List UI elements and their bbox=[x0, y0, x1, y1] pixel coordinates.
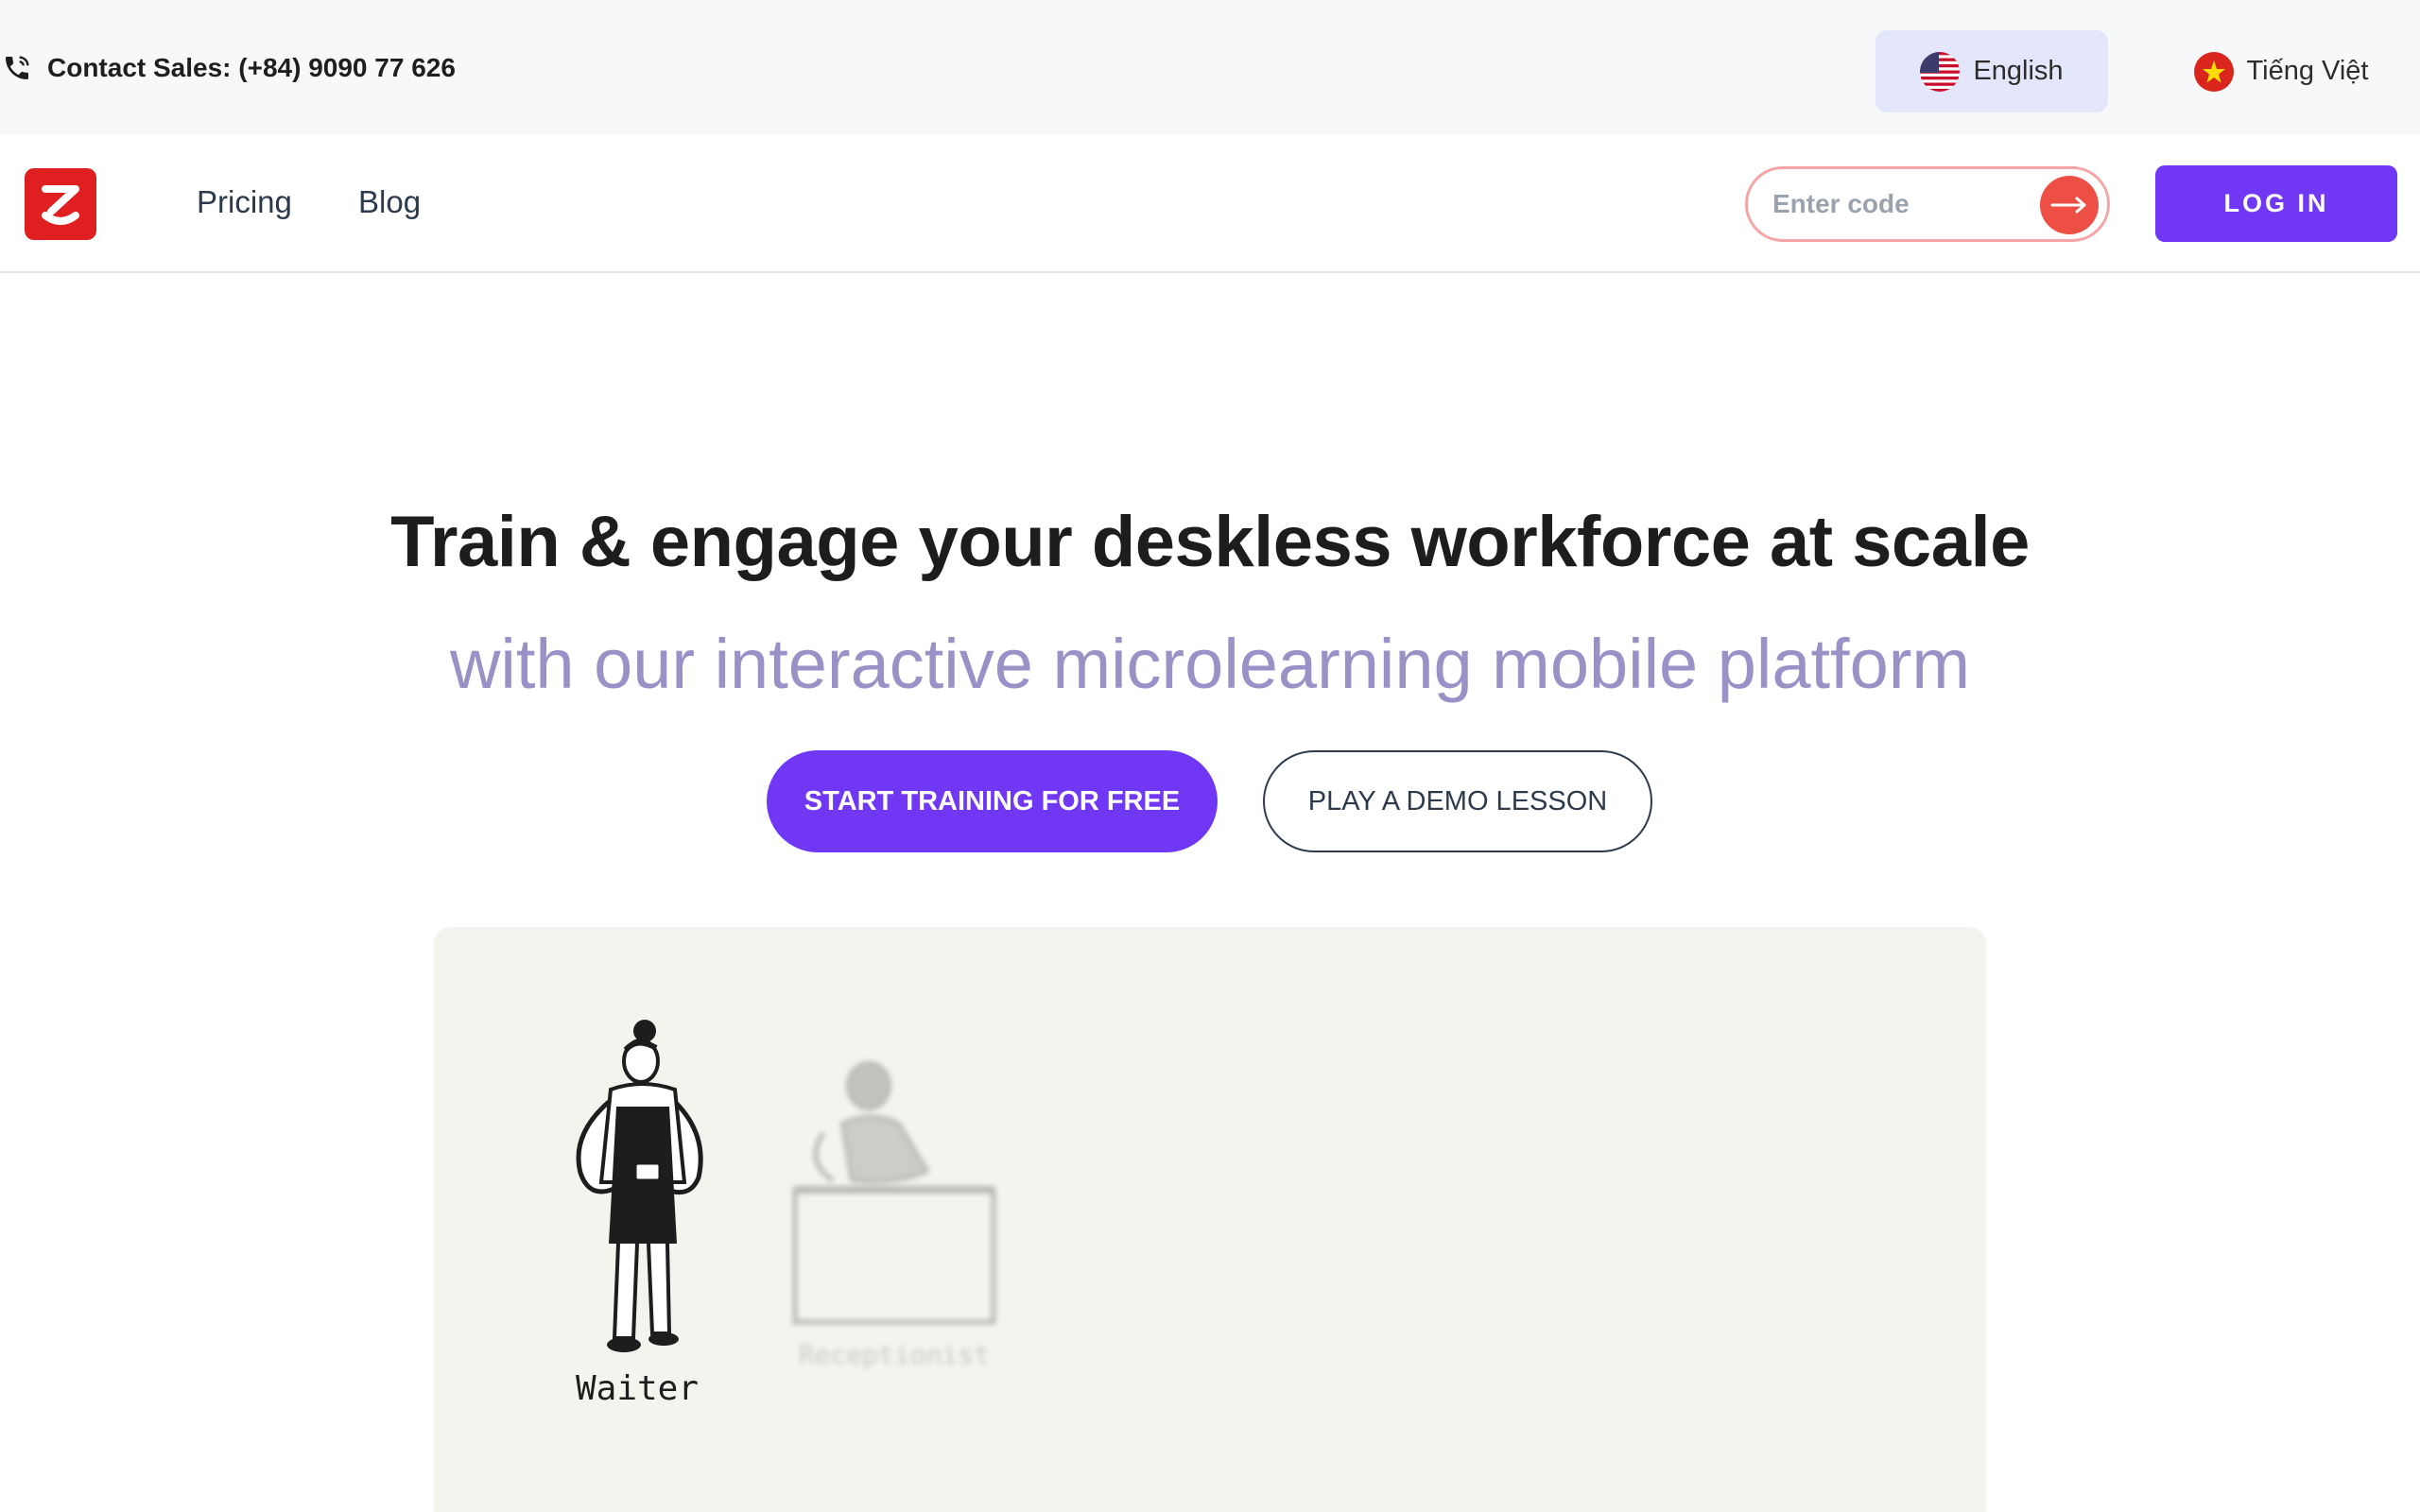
enter-code-box bbox=[1745, 166, 2110, 242]
language-english-button[interactable]: English bbox=[1876, 30, 2108, 112]
start-training-button[interactable]: START TRAINING FOR FREE bbox=[767, 750, 1218, 852]
hero-subtitle: with our interactive microlearning mobil… bbox=[449, 625, 1971, 703]
role-waiter-label: Waiter bbox=[575, 1369, 700, 1408]
contact-sales-label: Contact Sales: (+84) 9090 77 626 bbox=[47, 53, 456, 82]
hero-title: Train & engage your deskless workforce a… bbox=[390, 502, 2030, 582]
enter-code-input[interactable] bbox=[1772, 189, 2018, 219]
language-english-label: English bbox=[1973, 56, 2064, 86]
top-bar: Contact Sales: (+84) 9090 77 626 English bbox=[0, 0, 2420, 135]
role-waiter[interactable]: Waiter bbox=[543, 1012, 732, 1437]
main-nav: Pricing Blog LOG IN bbox=[0, 135, 2420, 273]
login-button[interactable]: LOG IN bbox=[2155, 165, 2397, 242]
waiter-illustration-icon bbox=[576, 1020, 703, 1352]
arrow-right-icon bbox=[2050, 197, 2086, 214]
language-vietnamese-label: Tiếng Việt bbox=[2246, 56, 2369, 86]
receptionist-illustration-icon bbox=[792, 1061, 996, 1325]
phone-icon bbox=[6, 56, 29, 79]
play-demo-lesson-button[interactable]: PLAY A DEMO LESSON bbox=[1263, 750, 1652, 852]
vn-flag-icon bbox=[2193, 51, 2234, 92]
role-receptionist[interactable]: Receptionist bbox=[786, 1057, 1003, 1379]
role-receptionist-label: Receptionist bbox=[798, 1339, 991, 1370]
role-showcase: Waiter Receptionist bbox=[434, 927, 1986, 1512]
z-logo-icon[interactable] bbox=[25, 168, 96, 240]
nav-link-pricing[interactable]: Pricing bbox=[197, 184, 292, 220]
language-vietnamese-button[interactable]: Tiếng Việt bbox=[2165, 30, 2397, 112]
contact-sales[interactable]: Contact Sales: (+84) 9090 77 626 bbox=[2, 53, 456, 83]
submit-code-button[interactable] bbox=[2040, 176, 2099, 234]
nav-link-blog[interactable]: Blog bbox=[358, 184, 421, 220]
us-flag-icon bbox=[1920, 51, 1961, 92]
